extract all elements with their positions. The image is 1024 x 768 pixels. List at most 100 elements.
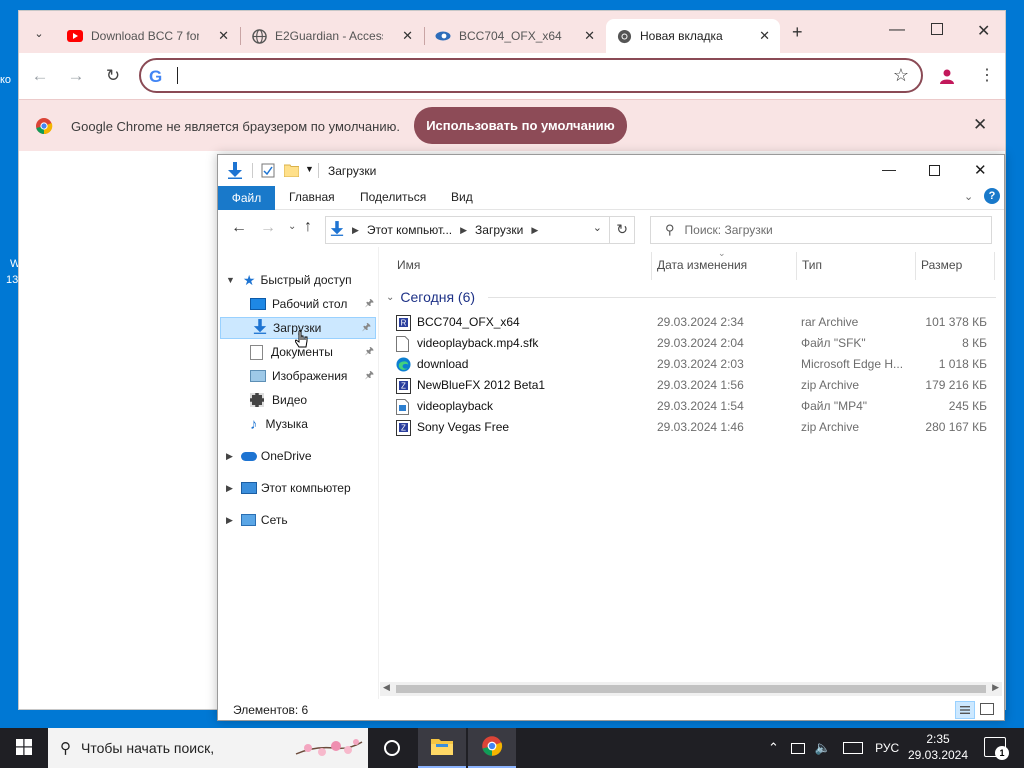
address-bar[interactable]: G ☆ bbox=[139, 58, 923, 93]
chevron-down-icon[interactable]: ⌄ bbox=[593, 221, 602, 234]
minimize-button[interactable]: — bbox=[882, 161, 896, 177]
help-icon[interactable]: ? bbox=[984, 188, 1000, 204]
column-divider[interactable] bbox=[796, 252, 797, 280]
desktop-icon-label[interactable]: ко bbox=[0, 74, 11, 86]
chevron-down-icon[interactable]: ⌄ bbox=[386, 292, 394, 303]
column-header-type[interactable]: Тип bbox=[802, 258, 822, 272]
forward-button[interactable]: → bbox=[260, 219, 276, 237]
desktop-icon-label[interactable]: 13 bbox=[6, 274, 18, 286]
tab-new-tab[interactable]: Новая вкладка ✕ bbox=[606, 19, 780, 53]
chevron-right-icon[interactable]: ▶ bbox=[226, 451, 233, 462]
network-icon[interactable] bbox=[790, 742, 805, 754]
maximize-button[interactable] bbox=[931, 23, 943, 35]
back-button[interactable]: ← bbox=[231, 219, 247, 237]
column-divider[interactable] bbox=[651, 252, 652, 280]
nav-item-desktop[interactable]: Рабочий стол 🖈 bbox=[250, 293, 378, 315]
tab-search-button[interactable]: ⌄ bbox=[26, 20, 52, 46]
tab-e2guardian[interactable]: E2Guardian - Access ✕ bbox=[241, 19, 423, 53]
nav-quick-access[interactable]: ▼ ★ Быстрый доступ bbox=[226, 269, 352, 291]
forward-button[interactable]: → bbox=[63, 63, 89, 89]
file-row[interactable]: Z NewBlueFX 2012 Beta1 29.03.2024 1:56 z… bbox=[396, 375, 996, 396]
chevron-down-icon[interactable]: ⌄ bbox=[964, 190, 973, 203]
chevron-right-icon[interactable]: ▶ bbox=[226, 515, 233, 526]
scrollbar-thumb[interactable] bbox=[396, 685, 986, 693]
close-icon[interactable]: ✕ bbox=[973, 115, 987, 135]
ribbon-tab-view[interactable]: Вид bbox=[451, 190, 473, 204]
tab-bcc704[interactable]: BCC704_OFX_x64 ✕ bbox=[425, 19, 605, 53]
new-folder-icon[interactable] bbox=[283, 163, 300, 180]
column-header-name[interactable]: Имя bbox=[397, 258, 420, 272]
close-icon[interactable]: ✕ bbox=[584, 28, 595, 44]
close-icon[interactable]: ✕ bbox=[402, 28, 413, 44]
notification-center-button[interactable]: 1 bbox=[984, 737, 1009, 760]
taskbar-chrome[interactable] bbox=[468, 728, 516, 768]
close-icon[interactable]: ✕ bbox=[759, 28, 770, 44]
close-window-button[interactable]: ✕ bbox=[974, 161, 987, 179]
file-row[interactable]: Z Sony Vegas Free 29.03.2024 1:46 zip Ar… bbox=[396, 417, 996, 438]
nav-onedrive[interactable]: ▶ OneDrive bbox=[226, 445, 312, 467]
tab-youtube[interactable]: Download BCC 7 for ✕ bbox=[57, 19, 239, 53]
column-divider[interactable] bbox=[994, 252, 995, 280]
search-field[interactable]: ⚲ Поиск: Загрузки bbox=[650, 216, 992, 244]
properties-icon[interactable] bbox=[261, 163, 275, 181]
file-row[interactable]: videoplayback 29.03.2024 1:54 Файл "MP4"… bbox=[396, 396, 996, 417]
file-row[interactable]: videoplayback.mp4.sfk 29.03.2024 2:04 Фа… bbox=[396, 333, 996, 354]
pin-icon[interactable]: 🖈 bbox=[365, 368, 374, 385]
minimize-button[interactable]: — bbox=[889, 21, 905, 39]
nav-item-music[interactable]: ♪ Музыка bbox=[250, 413, 308, 435]
pin-icon[interactable]: 🖈 bbox=[365, 296, 374, 313]
maximize-button[interactable] bbox=[929, 165, 940, 176]
file-row[interactable]: download 29.03.2024 2:03 Microsoft Edge … bbox=[396, 354, 996, 375]
scroll-right-icon[interactable]: ▶ bbox=[992, 682, 999, 693]
profile-button[interactable] bbox=[937, 67, 957, 87]
volume-muted-icon[interactable]: 🔈 bbox=[815, 740, 831, 756]
breadcrumb-chevron-icon[interactable]: ▶ bbox=[460, 225, 467, 236]
details-view-button[interactable] bbox=[955, 701, 975, 719]
recent-locations-button[interactable]: ⌄ bbox=[288, 221, 296, 232]
menu-button[interactable]: ⋮ bbox=[979, 65, 995, 85]
up-button[interactable]: ↑ bbox=[304, 218, 312, 236]
chevron-up-icon[interactable]: ⌃ bbox=[768, 740, 779, 756]
nav-item-pictures[interactable]: Изображения 🖈 bbox=[250, 365, 378, 387]
ribbon-tab-file[interactable]: Файл bbox=[218, 186, 275, 210]
pin-icon[interactable]: 🖈 bbox=[365, 344, 374, 361]
nav-network[interactable]: ▶ Сеть bbox=[226, 509, 288, 531]
breadcrumb-chevron-icon[interactable]: ▶ bbox=[531, 225, 538, 236]
taskbar-search-box[interactable]: ⚲ Чтобы начать поиск, bbox=[48, 728, 368, 768]
chevron-down-icon[interactable]: ▼ bbox=[305, 164, 314, 174]
close-window-button[interactable]: ✕ bbox=[977, 21, 990, 41]
start-button[interactable] bbox=[0, 728, 48, 768]
nav-item-videos[interactable]: Видео bbox=[250, 389, 307, 411]
set-default-button[interactable]: Использовать по умолчанию bbox=[414, 107, 627, 144]
large-icons-view-button[interactable] bbox=[980, 703, 994, 715]
chevron-right-icon[interactable]: ▶ bbox=[226, 483, 233, 494]
star-icon[interactable]: ☆ bbox=[893, 65, 909, 86]
breadcrumb-downloads[interactable]: Загрузки bbox=[475, 223, 523, 237]
back-button[interactable]: ← bbox=[27, 63, 53, 89]
refresh-icon[interactable]: ↻ bbox=[616, 221, 628, 238]
file-row[interactable]: R BCC704_OFX_x64 29.03.2024 2:34 rar Arc… bbox=[396, 312, 996, 333]
column-header-date[interactable]: Дата изменения bbox=[657, 258, 747, 272]
new-tab-button[interactable]: + bbox=[792, 22, 803, 43]
nav-item-documents[interactable]: Документы 🖈 bbox=[250, 341, 378, 363]
scroll-left-icon[interactable]: ◀ bbox=[383, 682, 390, 693]
nav-this-pc[interactable]: ▶ Этот компьютер bbox=[226, 477, 351, 499]
clock[interactable]: 2:35 29.03.2024 bbox=[906, 731, 970, 763]
ribbon-tab-home[interactable]: Главная bbox=[289, 190, 335, 204]
close-icon[interactable]: ✕ bbox=[218, 28, 229, 44]
taskbar-explorer[interactable] bbox=[418, 728, 466, 768]
ribbon-tab-share[interactable]: Поделиться bbox=[360, 190, 426, 204]
language-indicator[interactable]: РУС bbox=[875, 741, 899, 755]
pin-icon[interactable]: 🖈 bbox=[362, 320, 371, 337]
task-view-button[interactable] bbox=[368, 728, 416, 768]
reload-button[interactable]: ↻ bbox=[100, 63, 126, 89]
breadcrumb-this-pc[interactable]: Этот компьют... bbox=[367, 223, 452, 237]
horizontal-scrollbar[interactable]: ◀ ▶ bbox=[380, 682, 1002, 696]
address-bar[interactable]: ▶ Этот компьют... ▶ Загрузки ▶ ⌄ ↻ bbox=[325, 216, 635, 244]
group-header-today[interactable]: ⌄ Сегодня (6) bbox=[386, 289, 475, 305]
column-divider[interactable] bbox=[915, 252, 916, 280]
keyboard-icon[interactable] bbox=[843, 742, 864, 754]
breadcrumb-chevron-icon[interactable]: ▶ bbox=[352, 225, 359, 236]
column-header-size[interactable]: Размер bbox=[921, 258, 962, 272]
chevron-down-icon[interactable]: ▼ bbox=[226, 275, 235, 285]
